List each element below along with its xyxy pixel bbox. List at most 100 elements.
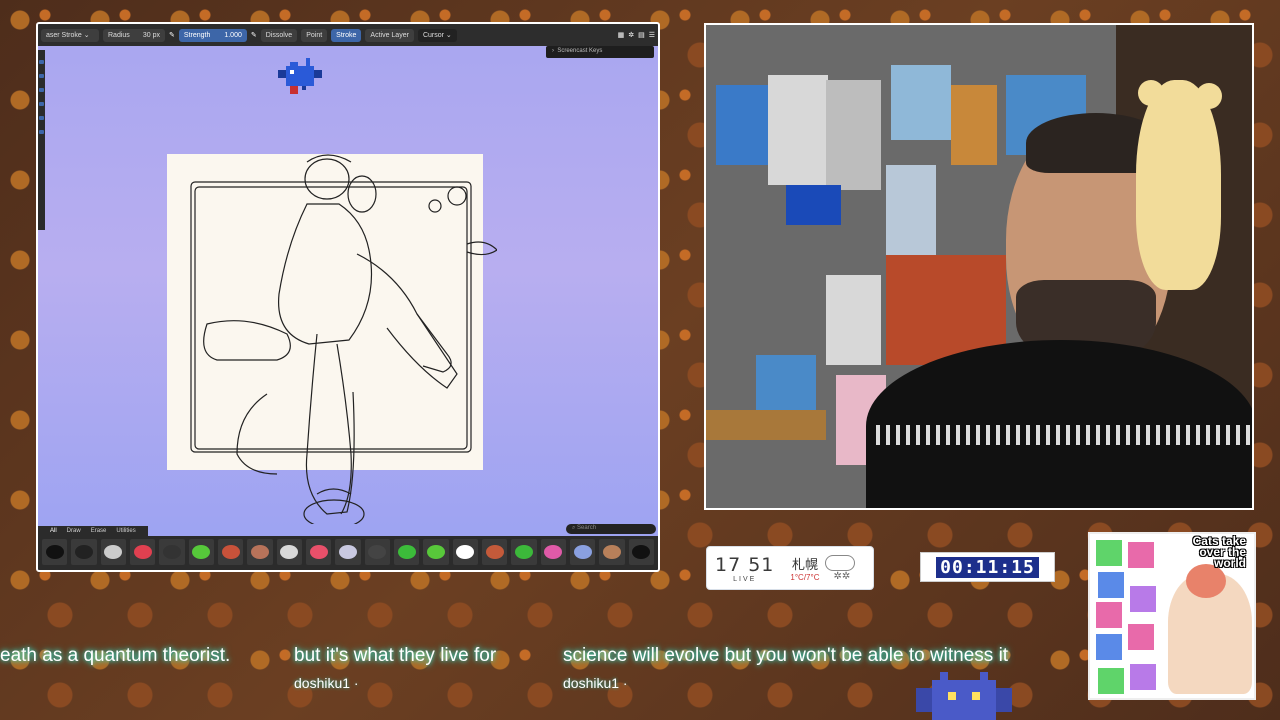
cover-block <box>1096 540 1122 566</box>
dissolve-button[interactable]: Dissolve <box>260 28 298 42</box>
grid-icon[interactable]: ▦ <box>618 31 625 39</box>
point-label: Point <box>306 31 323 39</box>
brush-swatch-icon <box>544 545 563 559</box>
brush-swatch-icon <box>280 545 299 559</box>
poster <box>951 85 997 165</box>
strength-value: 1.000 <box>224 31 242 39</box>
brush-search-input[interactable]: ⌕ Search <box>566 524 656 534</box>
poster <box>786 185 841 225</box>
brush-preset[interactable] <box>599 539 625 565</box>
cover-block <box>1096 634 1122 660</box>
brush-preset[interactable] <box>628 539 654 565</box>
snowflake-icon[interactable]: ✲ <box>628 31 634 39</box>
brush-preset[interactable] <box>393 539 420 565</box>
brush-swatch-icon <box>514 545 533 559</box>
line-art-drawing <box>190 154 497 524</box>
brush-swatch-icon <box>632 545 651 559</box>
cover-block <box>1098 572 1124 598</box>
cover-block <box>1128 624 1154 650</box>
brush-preset[interactable] <box>423 539 449 565</box>
layers-icon[interactable]: ▤ <box>638 31 645 39</box>
tab-erase[interactable]: Erase <box>91 528 107 534</box>
brush-preset[interactable] <box>481 539 508 565</box>
cursor-dropdown[interactable]: Cursor ⌄ <box>417 28 457 42</box>
caption-line-3: science will evolve but you won't be abl… <box>563 645 1009 666</box>
blender-window: aser Stroke ⌄ Radius 30 px ✎ Strength 1.… <box>36 22 660 572</box>
temperature: 1°C/7°C <box>790 573 820 582</box>
brush-swatch-icon <box>485 545 504 559</box>
tool-settings-bar: aser Stroke ⌄ Radius 30 px ✎ Strength 1.… <box>38 24 658 46</box>
brush-preset[interactable] <box>511 539 537 565</box>
pen-pressure-icon[interactable]: ✎ <box>169 31 175 39</box>
poster <box>756 355 816 415</box>
tab-all[interactable]: All <box>50 528 57 534</box>
radius-label: Radius <box>108 31 130 39</box>
brush-preset[interactable] <box>540 539 566 565</box>
strength-pressure-icon[interactable]: ✎ <box>251 31 257 39</box>
active-layer-button[interactable]: Active Layer <box>365 28 414 42</box>
tab-utilities[interactable]: Utilities <box>116 528 135 534</box>
caption-line-1: eath as a quantum theorist. <box>0 645 231 666</box>
brush-swatch-icon <box>45 545 64 559</box>
book-cover: Cats take over the world <box>1088 532 1256 700</box>
poster <box>826 80 881 190</box>
poster <box>716 85 771 165</box>
poster <box>768 75 828 185</box>
brush-preset[interactable] <box>42 539 68 565</box>
brush-swatch-icon <box>368 545 387 559</box>
brush-swatch-icon <box>456 545 475 559</box>
dissolve-label: Dissolve <box>265 31 293 39</box>
brush-preset[interactable] <box>188 539 214 565</box>
sweater-pattern <box>876 425 1252 445</box>
cursor-label: Cursor <box>422 31 444 39</box>
strength-label: Strength <box>183 31 211 39</box>
brush-swatch-icon <box>192 545 211 559</box>
brush-swatch-icon <box>74 545 93 559</box>
brush-preset[interactable] <box>335 539 361 565</box>
screencast-keys-label: Screencast Keys <box>557 48 603 54</box>
pixel-bird-sprite <box>278 58 322 94</box>
brush-preset[interactable] <box>129 539 156 565</box>
teddy-ear <box>1196 83 1222 109</box>
brush-preset[interactable] <box>276 539 302 565</box>
caption-username-2: doshiku1 · <box>294 675 359 691</box>
tab-draw[interactable]: Draw <box>67 528 81 534</box>
brush-swatch-icon <box>602 545 621 559</box>
brush-preset[interactable] <box>71 539 97 565</box>
brush-preset[interactable] <box>364 539 390 565</box>
teddy-bear <box>1136 80 1221 290</box>
cover-block <box>1128 542 1154 568</box>
toolbar-strip[interactable] <box>38 50 45 230</box>
radius-value: 30 px <box>142 31 160 39</box>
brush-preset[interactable] <box>247 539 273 565</box>
brush-preset[interactable] <box>159 539 185 565</box>
stroke-mode-button[interactable]: Stroke <box>331 28 362 42</box>
poster <box>891 65 951 140</box>
brush-swatch-icon <box>162 545 181 559</box>
brush-swatch-icon <box>573 545 592 559</box>
menu-icon[interactable]: ☰ <box>649 31 655 39</box>
book-title: Cats take over the world <box>1192 534 1246 570</box>
brush-preset[interactable] <box>100 539 126 565</box>
stream-timer: 00:11:15 <box>920 552 1055 582</box>
brush-palette <box>38 536 658 570</box>
brush-swatch-icon <box>133 545 152 559</box>
point-mode-button[interactable]: Point <box>301 28 328 42</box>
brush-preset[interactable] <box>569 539 596 565</box>
live-label: LIVE <box>733 575 757 583</box>
brush-preset[interactable] <box>217 539 244 565</box>
cover-block <box>1130 664 1156 690</box>
screencast-keys-panel[interactable]: › Screencast Keys <box>546 46 654 58</box>
radius-field[interactable]: Radius 30 px <box>103 28 165 42</box>
brush-preset[interactable] <box>452 539 478 565</box>
active-layer-label: Active Layer <box>370 31 409 39</box>
brush-swatch-icon <box>426 545 445 559</box>
webcam-feed <box>704 23 1254 510</box>
cover-block <box>1098 668 1124 694</box>
tool-dropdown[interactable]: aser Stroke ⌄ <box>41 28 99 42</box>
brush-swatch-icon <box>221 545 240 559</box>
brush-preset[interactable] <box>305 539 332 565</box>
teddy-ear <box>1138 80 1164 106</box>
strength-field[interactable]: Strength 1.000 <box>178 28 247 42</box>
brush-swatch-icon <box>397 545 416 559</box>
